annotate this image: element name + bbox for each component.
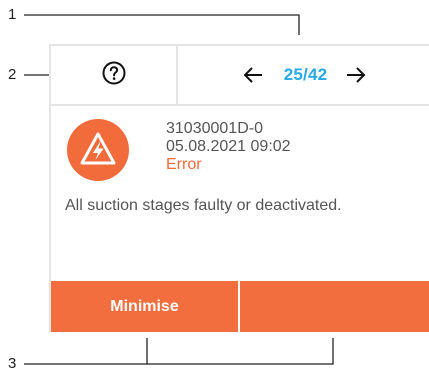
- arrow-left-icon: [243, 67, 262, 83]
- topbar: 25/42: [51, 46, 429, 106]
- secondary-button[interactable]: [240, 281, 429, 332]
- callout-1-label: 1: [8, 6, 17, 23]
- message-code: 31030001D-0: [166, 120, 263, 137]
- help-button[interactable]: [51, 46, 178, 104]
- minimise-button[interactable]: Minimise: [51, 281, 240, 332]
- callout-3-label: 3: [8, 355, 17, 372]
- message-text: All suction stages faulty or deactivated…: [65, 197, 342, 214]
- next-message-button[interactable]: [344, 64, 368, 86]
- callout-2-label: 2: [8, 66, 17, 83]
- action-buttons: Minimise: [51, 281, 429, 332]
- message-body: 31030001D-0 05.08.2021 09:02 Error All s…: [51, 106, 429, 281]
- error-message-panel: 25/42 31030001D-0 05.08.2021 09:02 Error…: [49, 44, 429, 332]
- question-circle-icon: [102, 61, 126, 90]
- previous-message-button[interactable]: [241, 64, 265, 86]
- message-navigation: 25/42: [178, 46, 429, 104]
- page-indicator: 25/42: [283, 65, 328, 84]
- message-status: Error: [166, 156, 202, 173]
- message-datetime: 05.08.2021 09:02: [166, 138, 291, 155]
- lightning-warning-icon: [67, 119, 129, 181]
- arrow-right-icon: [347, 67, 366, 83]
